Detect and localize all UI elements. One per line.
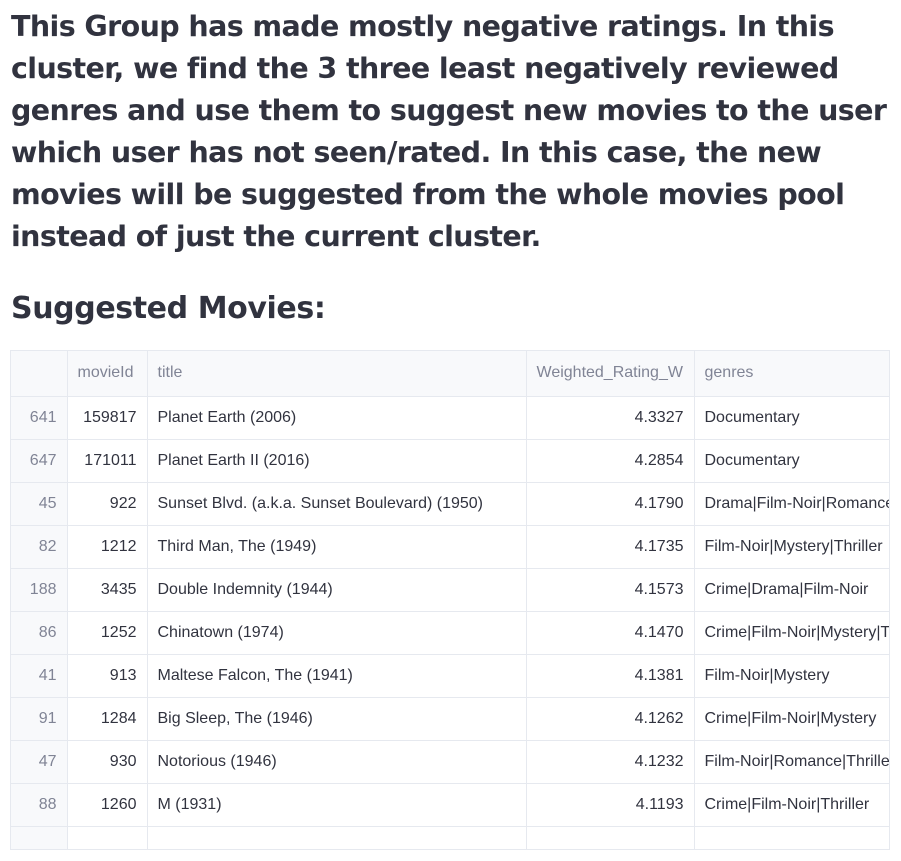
column-header-genres[interactable]: genres bbox=[694, 351, 889, 397]
cell-movieid[interactable]: 1212 bbox=[67, 525, 148, 569]
column-header-weighted-rating[interactable]: Weighted_Rating_W bbox=[526, 351, 695, 397]
table-row: 91 1284 Big Sleep, The (1946) 4.1262 Cri… bbox=[11, 697, 889, 741]
table-row: 82 1212 Third Man, The (1949) 4.1735 Fil… bbox=[11, 525, 889, 569]
cell-title[interactable]: Planet Earth (2006) bbox=[147, 396, 527, 440]
row-index: 641 bbox=[11, 396, 68, 440]
cell-movieid[interactable]: 930 bbox=[67, 740, 148, 784]
row-index: 188 bbox=[11, 568, 68, 612]
table-row: 41 913 Maltese Falcon, The (1941) 4.1381… bbox=[11, 654, 889, 698]
table-row: 88 1260 M (1931) 4.1193 Crime|Film-Noir|… bbox=[11, 783, 889, 827]
cell-weighted-rating[interactable]: 4.1573 bbox=[526, 568, 695, 612]
cell-genres[interactable]: Crime|Film-Noir|Thriller bbox=[694, 783, 889, 827]
table-row: 641 159817 Planet Earth (2006) 4.3327 Do… bbox=[11, 396, 889, 440]
cell-title[interactable]: Planet Earth II (2016) bbox=[147, 439, 527, 483]
row-index: 88 bbox=[11, 783, 68, 827]
cell-title[interactable]: Chinatown (1974) bbox=[147, 611, 527, 655]
table-row: 188 3435 Double Indemnity (1944) 4.1573 … bbox=[11, 568, 889, 612]
table-body: 641 159817 Planet Earth (2006) 4.3327 Do… bbox=[11, 396, 889, 849]
cell-weighted-rating[interactable]: 4.1790 bbox=[526, 482, 695, 526]
table-header-row: movieId title Weighted_Rating_W genres bbox=[11, 351, 889, 397]
column-header-title[interactable]: title bbox=[147, 351, 527, 397]
cell-weighted-rating[interactable]: 4.2854 bbox=[526, 439, 695, 483]
cell-weighted-rating[interactable]: 4.1262 bbox=[526, 697, 695, 741]
table-row: 86 1252 Chinatown (1974) 4.1470 Crime|Fi… bbox=[11, 611, 889, 655]
column-header-index[interactable] bbox=[11, 351, 68, 397]
cell-weighted-rating[interactable]: 4.1232 bbox=[526, 740, 695, 784]
cell-weighted-rating[interactable]: 4.1381 bbox=[526, 654, 695, 698]
cell-movieid[interactable]: 159817 bbox=[67, 396, 148, 440]
suggested-movies-table[interactable]: movieId title Weighted_Rating_W genres 6… bbox=[10, 350, 890, 850]
row-index: 82 bbox=[11, 525, 68, 569]
row-index bbox=[11, 826, 68, 849]
cell-genres[interactable]: Documentary bbox=[694, 439, 889, 483]
row-index: 647 bbox=[11, 439, 68, 483]
suggested-movies-heading: Suggested Movies: bbox=[11, 291, 326, 326]
column-header-movieid[interactable]: movieId bbox=[67, 351, 148, 397]
row-index: 47 bbox=[11, 740, 68, 784]
cell-genres[interactable]: Documentary bbox=[694, 396, 889, 440]
cell-genres[interactable]: Drama|Film-Noir|Romance bbox=[694, 482, 889, 526]
cell-genres[interactable]: Crime|Drama|Film-Noir bbox=[694, 568, 889, 612]
row-index: 91 bbox=[11, 697, 68, 741]
cell-movieid[interactable]: 913 bbox=[67, 654, 148, 698]
cell-title[interactable]: Sunset Blvd. (a.k.a. Sunset Boulevard) (… bbox=[147, 482, 527, 526]
cell-movieid[interactable] bbox=[67, 826, 148, 849]
cell-genres[interactable]: Crime|Film-Noir|Mystery bbox=[694, 697, 889, 741]
cell-movieid[interactable]: 1260 bbox=[67, 783, 148, 827]
cell-title[interactable]: Notorious (1946) bbox=[147, 740, 527, 784]
cell-weighted-rating[interactable]: 4.1470 bbox=[526, 611, 695, 655]
cell-genres[interactable]: Crime|Film-Noir|Mystery|Thriller bbox=[694, 611, 889, 655]
cell-movieid[interactable]: 3435 bbox=[67, 568, 148, 612]
table-row: 45 922 Sunset Blvd. (a.k.a. Sunset Boule… bbox=[11, 482, 889, 526]
cell-weighted-rating[interactable]: 4.1193 bbox=[526, 783, 695, 827]
cell-genres[interactable]: Film-Noir|Romance|Thriller bbox=[694, 740, 889, 784]
cell-weighted-rating[interactable]: 4.3327 bbox=[526, 396, 695, 440]
table-row: 647 171011 Planet Earth II (2016) 4.2854… bbox=[11, 439, 889, 483]
data-table: movieId title Weighted_Rating_W genres 6… bbox=[11, 351, 889, 849]
table-row-partial bbox=[11, 826, 889, 849]
row-index: 86 bbox=[11, 611, 68, 655]
cell-title[interactable]: Double Indemnity (1944) bbox=[147, 568, 527, 612]
row-index: 41 bbox=[11, 654, 68, 698]
cell-movieid[interactable]: 1284 bbox=[67, 697, 148, 741]
cell-title[interactable]: Maltese Falcon, The (1941) bbox=[147, 654, 527, 698]
cell-title[interactable]: M (1931) bbox=[147, 783, 527, 827]
cell-movieid[interactable]: 171011 bbox=[67, 439, 148, 483]
cell-title[interactable]: Third Man, The (1949) bbox=[147, 525, 527, 569]
row-index: 45 bbox=[11, 482, 68, 526]
cell-genres[interactable] bbox=[694, 826, 889, 849]
table-row: 47 930 Notorious (1946) 4.1232 Film-Noir… bbox=[11, 740, 889, 784]
cell-genres[interactable]: Film-Noir|Mystery|Thriller bbox=[694, 525, 889, 569]
cell-title[interactable]: Big Sleep, The (1946) bbox=[147, 697, 527, 741]
cell-weighted-rating[interactable] bbox=[526, 826, 695, 849]
cell-weighted-rating[interactable]: 4.1735 bbox=[526, 525, 695, 569]
cell-movieid[interactable]: 1252 bbox=[67, 611, 148, 655]
cell-movieid[interactable]: 922 bbox=[67, 482, 148, 526]
cell-genres[interactable]: Film-Noir|Mystery bbox=[694, 654, 889, 698]
cell-title[interactable] bbox=[147, 826, 527, 849]
description-text: This Group has made mostly negative rati… bbox=[11, 10, 887, 253]
